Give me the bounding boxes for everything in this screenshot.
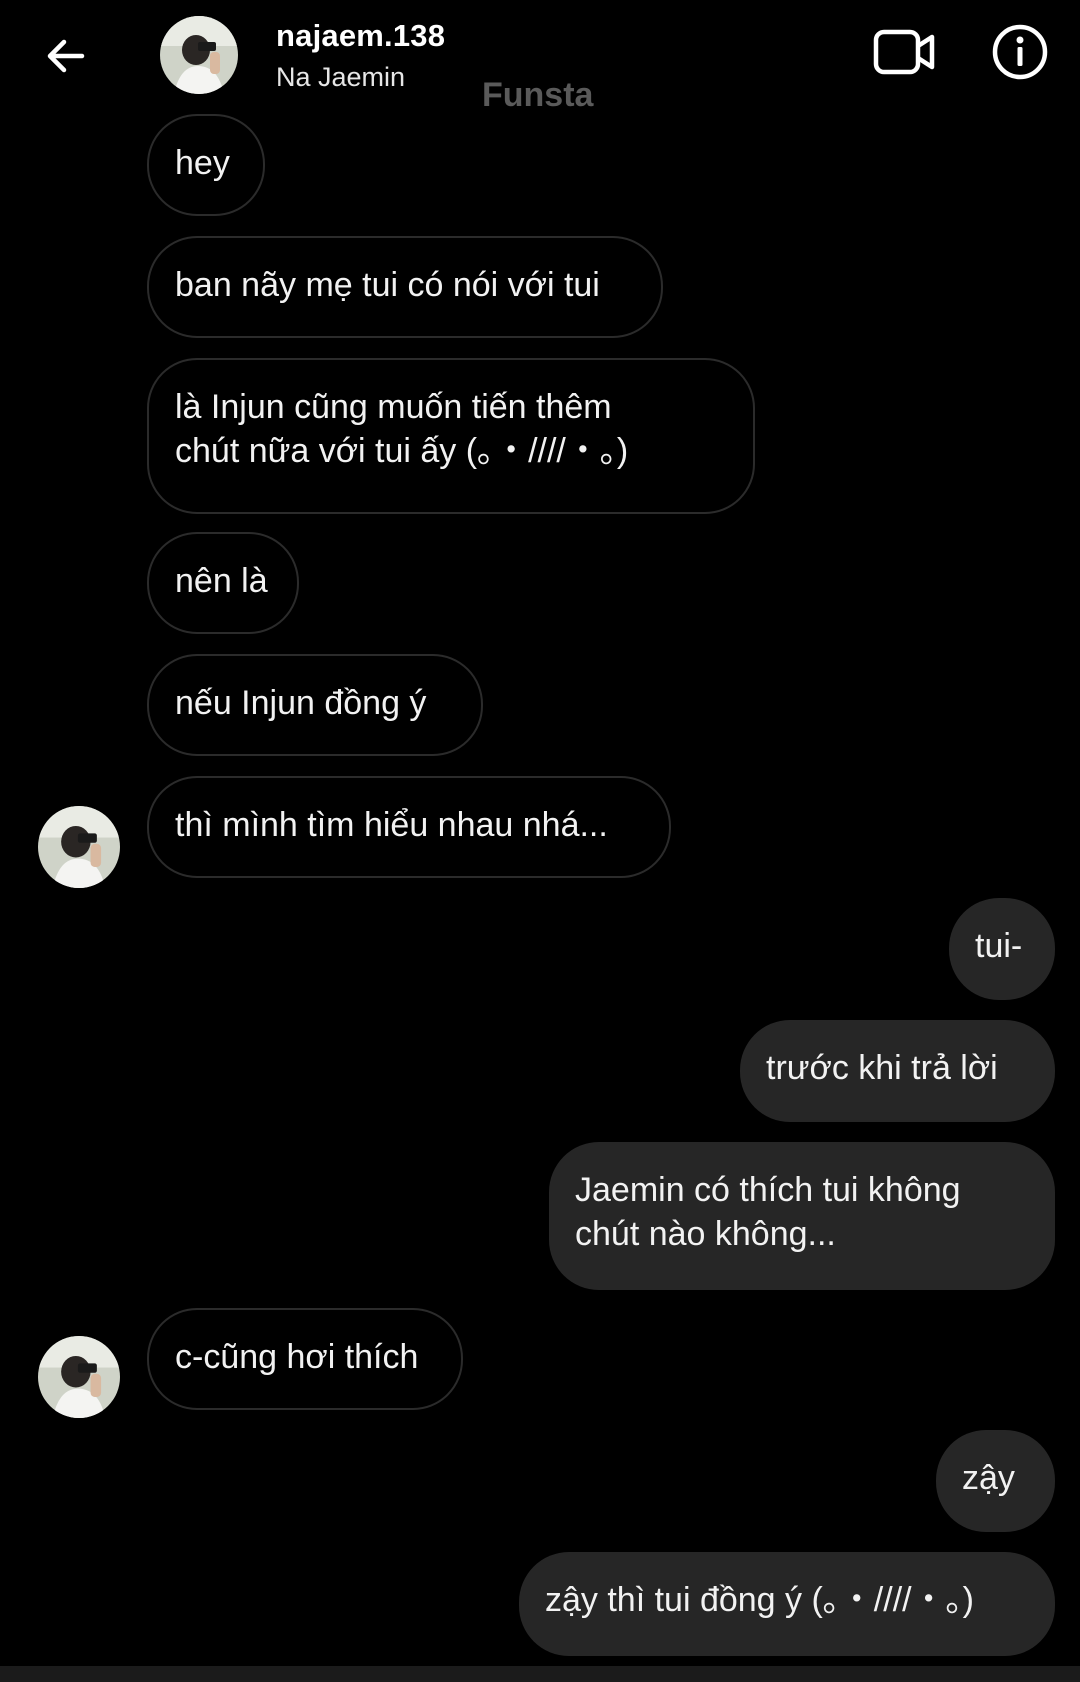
info-button[interactable]	[990, 22, 1050, 82]
chat-header: najaem.138 Na Jaemin Funsta	[0, 0, 1080, 114]
video-call-button[interactable]	[872, 24, 938, 80]
avatar-photo-icon	[38, 806, 120, 888]
incoming-message[interactable]: c-cũng hơi thích	[147, 1308, 463, 1410]
chat-username[interactable]: najaem.138	[276, 18, 445, 54]
info-circle-icon	[992, 24, 1048, 80]
chat-display-name: Na Jaemin	[276, 62, 406, 92]
back-button[interactable]	[36, 26, 96, 86]
outgoing-message[interactable]: tui-	[949, 898, 1055, 1000]
profile-avatar[interactable]	[160, 16, 238, 94]
bottom-edge-bar	[0, 1666, 1080, 1682]
video-camera-icon	[873, 29, 935, 75]
incoming-message[interactable]: nếu Injun đồng ý	[147, 654, 483, 756]
incoming-message[interactable]: ban nãy mẹ tui có nói với tui	[147, 236, 663, 338]
outgoing-message[interactable]: Jaemin có thích tui không chút nào không…	[549, 1142, 1055, 1290]
incoming-message[interactable]: thì mình tìm hiểu nhau nhá...	[147, 776, 671, 878]
incoming-message[interactable]: là Injun cũng muốn tiến thêm chút nữa vớ…	[147, 358, 755, 514]
avatar-photo-icon	[38, 1336, 120, 1418]
outgoing-message[interactable]: trước khi trả lời	[740, 1020, 1055, 1122]
outgoing-message[interactable]: zậy	[936, 1430, 1055, 1532]
incoming-message[interactable]: nên là	[147, 532, 299, 634]
avatar-photo-icon	[160, 16, 238, 94]
sender-avatar[interactable]	[38, 1336, 120, 1418]
sender-avatar[interactable]	[38, 806, 120, 888]
watermark-text: Funsta	[482, 76, 594, 114]
arrow-left-icon	[47, 39, 85, 73]
incoming-message[interactable]: hey	[147, 114, 265, 216]
outgoing-message[interactable]: zậy thì tui đồng ý (｡・////・｡)	[519, 1552, 1055, 1656]
